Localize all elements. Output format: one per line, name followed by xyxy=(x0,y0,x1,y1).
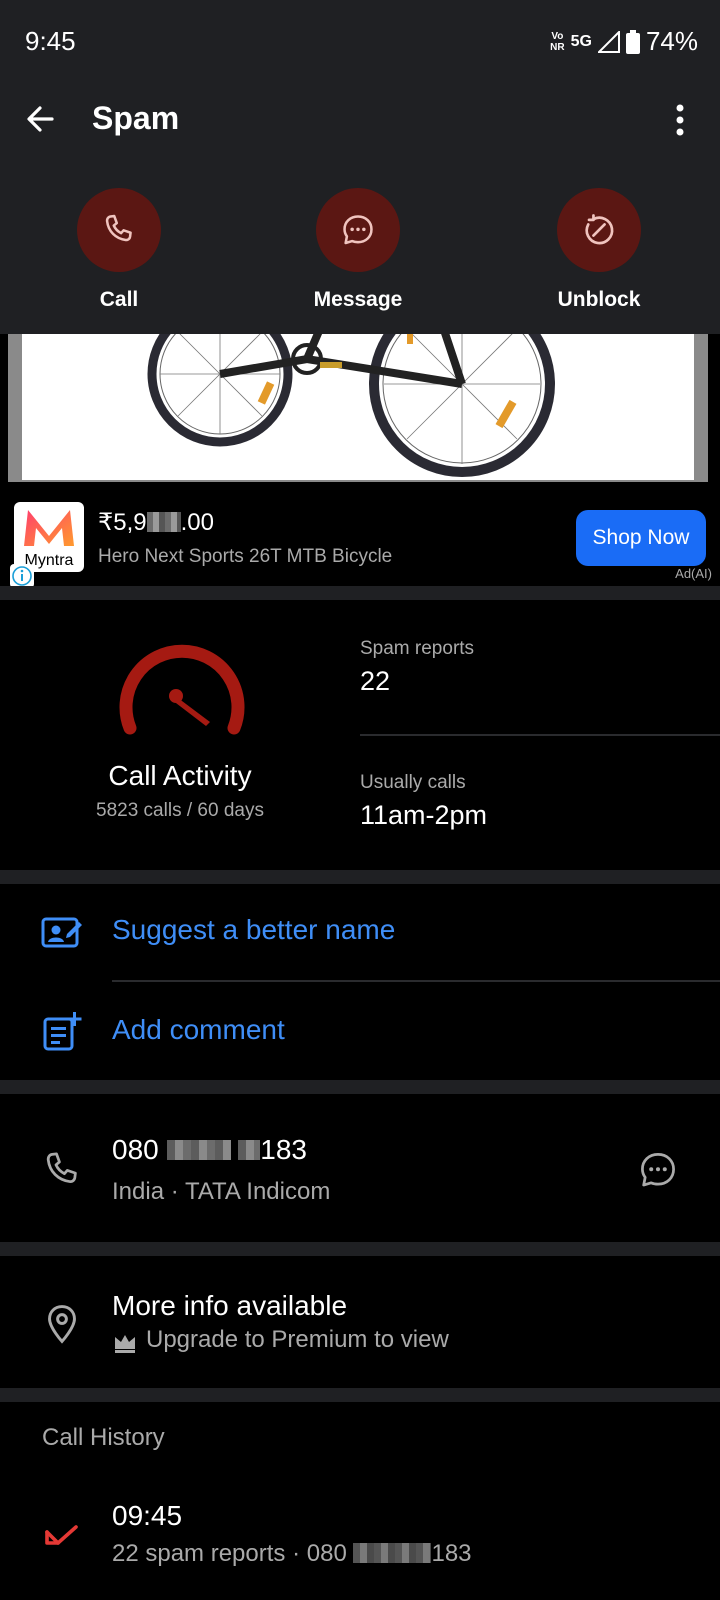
status-bar: 9:45 Vo NR 5G 74% xyxy=(0,0,720,84)
unblock-circle[interactable] xyxy=(557,188,641,272)
call-history-heading: Call History xyxy=(42,1424,165,1451)
ad-banner-image[interactable] xyxy=(8,334,708,482)
add-comment-icon xyxy=(43,1012,82,1051)
ad-price: ₹5,9.00 xyxy=(98,509,215,536)
section-divider xyxy=(0,870,720,884)
call-label: Call xyxy=(99,288,139,311)
myntra-logo: Myntra xyxy=(14,502,84,572)
ad-info-icon[interactable] xyxy=(10,564,34,588)
battery-icon xyxy=(625,29,640,54)
ad-tag: Ad(AI) xyxy=(675,566,712,581)
spam-reports-value: 22 xyxy=(360,666,391,696)
row-separator xyxy=(112,980,720,982)
more-info-title: More info available xyxy=(112,1290,348,1321)
status-time: 9:45 xyxy=(25,26,76,56)
phone-icon xyxy=(105,214,132,242)
unblock-button[interactable]: Unblock xyxy=(519,188,679,312)
call-activity-title: Call Activity xyxy=(108,760,252,791)
call-activity-section: Call Activity 5823 calls / 60 days Spam … xyxy=(0,600,720,870)
add-comment-link[interactable]: Add comment xyxy=(112,1014,285,1046)
premium-upgrade-text[interactable]: Upgrade to Premium to view xyxy=(146,1326,449,1354)
status-icons: Vo NR 5G 74% xyxy=(550,26,698,57)
battery-percent: 74% xyxy=(645,26,698,56)
call-circle[interactable] xyxy=(77,188,161,272)
usually-calls-value: 11am-2pm xyxy=(360,800,488,830)
message-button[interactable]: Message xyxy=(278,188,438,312)
app-bar: Spam Call Message Unblock xyxy=(0,84,720,334)
bicycle-image xyxy=(22,334,694,480)
message-label: Message xyxy=(313,288,403,311)
usually-calls-label: Usually calls xyxy=(360,772,466,793)
chat-bubble-icon xyxy=(343,215,373,245)
call-history-detail: 22 spam reports · 080 183 xyxy=(112,1540,472,1567)
redacted-number xyxy=(238,1140,261,1160)
location-pin-icon xyxy=(48,1305,76,1344)
arrow-left-icon[interactable] xyxy=(22,99,62,139)
phone-icon xyxy=(46,1152,77,1183)
volte-icon: Vo NR xyxy=(550,30,565,53)
spam-reports-label: Spam reports xyxy=(360,638,475,659)
section-divider xyxy=(0,586,720,600)
carrier-info: India · TATA Indicom xyxy=(112,1178,331,1205)
more-vert-icon[interactable] xyxy=(670,100,690,140)
speedometer-icon xyxy=(119,644,245,735)
section-divider xyxy=(0,1388,720,1402)
network-5g-label: 5G xyxy=(570,32,592,50)
redacted-number xyxy=(166,1140,231,1160)
section-divider xyxy=(0,1242,720,1256)
crown-icon xyxy=(115,1335,135,1353)
missed-call-icon xyxy=(45,1525,78,1545)
redacted-number xyxy=(353,1543,432,1563)
section-divider xyxy=(0,1080,720,1094)
redacted-price xyxy=(146,512,181,532)
suggest-name-icon xyxy=(41,917,82,948)
suggest-name-link[interactable]: Suggest a better name xyxy=(112,914,395,946)
ad-product-name: Hero Next Sports 26T MTB Bicycle xyxy=(98,546,393,567)
message-circle[interactable] xyxy=(316,188,400,272)
call-history-time: 09:45 xyxy=(112,1500,183,1531)
unblock-label: Unblock xyxy=(557,288,641,311)
call-activity-subtitle: 5823 calls / 60 days xyxy=(96,800,264,821)
signal-icon xyxy=(597,30,620,53)
phone-number: 080 183 xyxy=(112,1134,307,1165)
message-icon[interactable] xyxy=(636,1148,680,1192)
bicycle-picture xyxy=(147,334,555,477)
unblock-icon xyxy=(585,214,614,245)
call-button[interactable]: Call xyxy=(39,188,199,312)
page-title: Spam xyxy=(92,100,180,136)
stat-separator xyxy=(360,734,720,736)
shop-now-button[interactable]: Shop Now xyxy=(576,510,706,566)
ad-row[interactable]: Myntra ₹5,9.00 Hero Next Sports 26T MTB … xyxy=(0,492,720,588)
